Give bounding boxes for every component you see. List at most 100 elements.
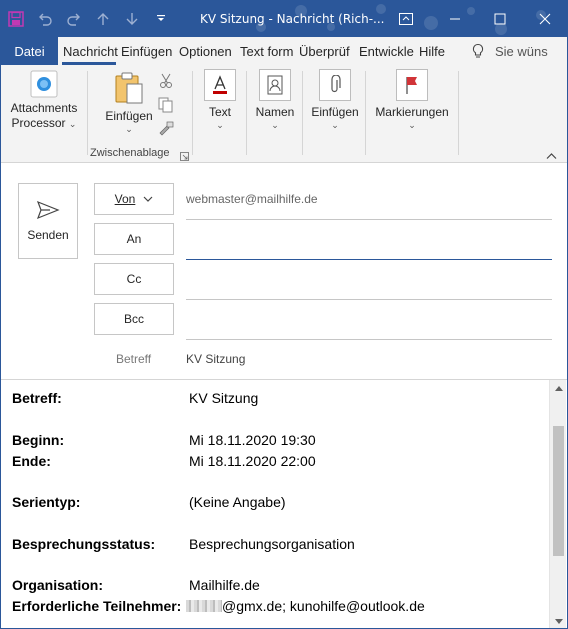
- tab-einfuegen[interactable]: Einfügen: [118, 37, 176, 65]
- vertical-scrollbar[interactable]: [549, 380, 567, 628]
- dialog-launcher-icon: [180, 152, 189, 161]
- row-value: Mi 18.11.2020 22:00: [189, 453, 316, 469]
- names-button[interactable]: Namen ⌄: [255, 69, 295, 130]
- names-caret: ⌄: [271, 120, 279, 130]
- tab-entwicklertools[interactable]: Entwickle: [356, 37, 416, 65]
- to-button[interactable]: An: [94, 223, 174, 255]
- title-bar: KV Sitzung - Nachricht (Rich-...: [1, 1, 567, 37]
- scrollbar-thumb[interactable]: [553, 426, 564, 556]
- row-value: Besprechungsorganisation: [189, 536, 355, 552]
- insert-caret: ⌄: [331, 120, 339, 130]
- tab-nachricht[interactable]: Nachricht: [60, 37, 118, 65]
- cc-button[interactable]: Cc: [94, 263, 174, 295]
- undo-button[interactable]: [30, 1, 59, 37]
- cc-input[interactable]: [186, 265, 552, 297]
- customize-qat-button[interactable]: [146, 1, 175, 37]
- cut-button[interactable]: [159, 73, 173, 92]
- paste-caret: ⌄: [125, 124, 133, 134]
- collapse-ribbon-button[interactable]: [546, 149, 557, 163]
- text-caret: ⌄: [216, 120, 224, 130]
- chevron-up-icon: [546, 153, 557, 159]
- bcc-line: [186, 339, 552, 340]
- text-icon: [213, 75, 227, 94]
- copy-icon: [158, 97, 173, 113]
- scroll-down-icon: [554, 619, 563, 624]
- message-window: KV Sitzung - Nachricht (Rich-... Datei N…: [0, 0, 568, 629]
- subject-label: Betreff: [116, 352, 152, 366]
- tell-me-box[interactable]: Sie wüns: [471, 37, 548, 65]
- previous-item-button[interactable]: [88, 1, 117, 37]
- scroll-down-button[interactable]: [550, 613, 567, 628]
- save-icon: [7, 11, 24, 27]
- row-value: KV Sitzung: [189, 390, 259, 406]
- down-arrow-icon: [126, 13, 137, 25]
- zwischenablage-dialog-launcher[interactable]: [180, 150, 189, 164]
- cut-icon: [160, 73, 172, 88]
- row-key: Besprechungsstatus:: [12, 536, 156, 552]
- zwischenablage-group-label: Zwischenablage: [90, 147, 170, 159]
- bcc-input[interactable]: [186, 305, 552, 337]
- row-key: Organisation:: [12, 577, 104, 593]
- to-input[interactable]: [186, 225, 552, 257]
- up-arrow-icon: [97, 13, 108, 25]
- send-icon: [36, 200, 60, 220]
- redo-button[interactable]: [59, 1, 88, 37]
- message-body[interactable]: Betreff: KV Sitzung Beginn: Mi 18.11.202…: [1, 379, 567, 628]
- insert-attachment-button[interactable]: Einfügen ⌄: [309, 69, 361, 130]
- paperclip-icon: [331, 75, 341, 93]
- text-icon-box: [204, 69, 236, 101]
- row-value: (Keine Angabe): [189, 494, 286, 510]
- ribbon-separator: [192, 71, 193, 155]
- tab-datei[interactable]: Datei: [1, 37, 58, 65]
- restore-window-icon: [399, 13, 413, 25]
- ribbon-separator: [458, 71, 459, 155]
- send-button[interactable]: Senden: [18, 183, 78, 259]
- text-button[interactable]: Text ⌄: [203, 69, 237, 130]
- attach-icon-box: [319, 69, 351, 101]
- ribbon-display-options-button[interactable]: [388, 1, 424, 37]
- format-painter-button[interactable]: [158, 121, 174, 140]
- tab-textformat[interactable]: Text form: [237, 37, 296, 65]
- tab-optionen[interactable]: Optionen: [176, 37, 237, 65]
- flag-icon: [406, 77, 417, 94]
- subject-input[interactable]: KV Sitzung: [186, 352, 245, 366]
- cc-line: [186, 299, 552, 300]
- from-button[interactable]: Von: [94, 183, 174, 215]
- redacted-text: [186, 600, 222, 612]
- bcc-button[interactable]: Bcc: [94, 303, 174, 335]
- tab-ueberpruefen[interactable]: Überprüf: [296, 37, 356, 65]
- paste-label: Einfügen: [105, 109, 153, 123]
- tags-caret: ⌄: [408, 120, 416, 130]
- minimize-button[interactable]: [437, 1, 473, 37]
- to-label: An: [126, 232, 142, 246]
- tab-hilfe[interactable]: Hilfe: [416, 37, 454, 65]
- ribbon-separator: [365, 71, 366, 155]
- scroll-up-button[interactable]: [550, 380, 567, 397]
- window-title: KV Sitzung - Nachricht (Rich-...: [200, 12, 385, 26]
- next-item-button[interactable]: [117, 1, 146, 37]
- compose-header: Senden Von webmaster@mailhilfe.de An Cc …: [1, 163, 567, 379]
- paste-icon: [115, 72, 143, 104]
- customize-qat-icon: [156, 15, 165, 21]
- tell-me-label: Sie wüns: [495, 43, 548, 59]
- tags-icon-box: [396, 69, 428, 101]
- row-key: Ende:: [12, 453, 51, 469]
- tags-button[interactable]: Markierungen ⌄: [373, 69, 451, 130]
- ribbon-separator: [246, 71, 247, 155]
- address-book-icon: [267, 75, 283, 95]
- maximize-button[interactable]: [482, 1, 518, 37]
- row-value: Mailhilfe.de: [189, 577, 260, 593]
- row-key: Beginn:: [12, 432, 65, 448]
- paste-button[interactable]: Einfügen ⌄: [101, 71, 157, 134]
- ribbon-separator: [302, 71, 303, 155]
- row-key: Erforderliche Teilnehmer:: [12, 598, 182, 614]
- save-button[interactable]: [1, 1, 30, 37]
- tags-label: Markierungen: [375, 105, 449, 119]
- cc-label: Cc: [126, 272, 142, 286]
- attachments-processor-label-line2: Processor ⌄: [11, 116, 77, 130]
- to-line: [186, 259, 552, 260]
- copy-button[interactable]: [158, 97, 174, 116]
- close-button[interactable]: [527, 1, 563, 37]
- scroll-up-icon: [554, 386, 563, 391]
- attachments-processor-button[interactable]: Attachments Processor ⌄: [5, 69, 83, 131]
